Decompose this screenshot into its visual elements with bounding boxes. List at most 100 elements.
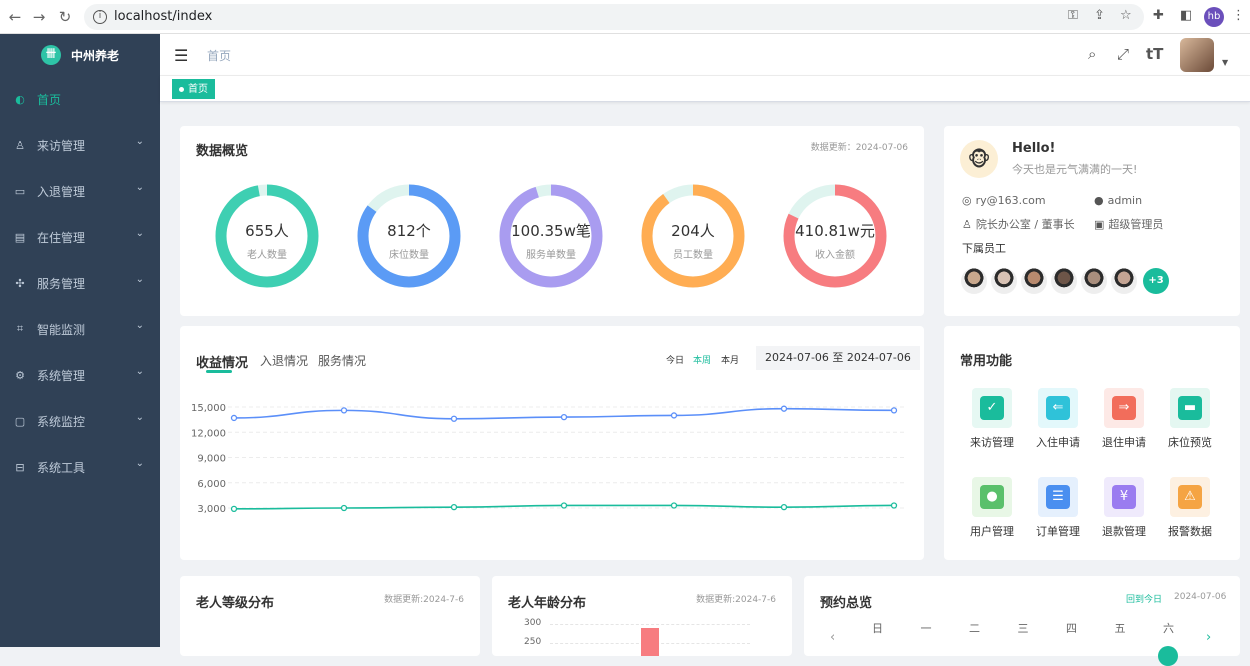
series-point-1 [890, 502, 898, 509]
sidebar-item-4[interactable]: ✣ 服务管理 ⌄ [0, 260, 160, 306]
function-5[interactable]: ☰ 订单管理 [1028, 477, 1088, 539]
url-text: localhost/index [114, 9, 213, 24]
series-point-0 [670, 412, 678, 419]
functions-card: 常用功能 ✓ 来访管理 ⇐ 入住申请 ⇒ 退住申请 ▬ 床位预览 ● 用户管理 ☰ 订单管理 ¥ 退款管理… [944, 326, 1240, 560]
top-navbar: ☰ 首页 ⌕ ⤢ tT ▼ [160, 34, 1250, 76]
share-icon[interactable]: ⇪ [1094, 8, 1105, 23]
subordinate-avatar[interactable] [1081, 268, 1107, 294]
function-7[interactable]: ⚠ 报警数据 [1160, 477, 1220, 539]
subordinate-avatar[interactable] [991, 268, 1017, 294]
sidebar-item-7[interactable]: ▢ 系统监控 ⌄ [0, 398, 160, 444]
tab-checkin[interactable]: 入退情况 [260, 352, 308, 369]
font-size-icon[interactable]: tT [1146, 45, 1163, 63]
period-week[interactable]: 本周 [693, 353, 711, 366]
ring-label: 老人数量 [247, 250, 287, 261]
back-icon[interactable]: ← [4, 6, 26, 28]
chevron-down-icon[interactable]: ▼ [1222, 58, 1228, 67]
tab-service[interactable]: 服务情况 [318, 352, 366, 369]
email-row: ◎ ry@163.com [962, 194, 1046, 207]
ring-value: 812个 [387, 222, 431, 240]
hamburger-icon[interactable]: ☰ [174, 46, 188, 65]
ring-value: 100.35w笔 [511, 222, 591, 240]
series-point-1 [560, 502, 568, 509]
series-point-0 [890, 407, 898, 414]
function-4[interactable]: ● 用户管理 [962, 477, 1022, 539]
age-ytick-250: 250 [524, 637, 542, 647]
function-icon: ⇐ [1046, 396, 1070, 420]
subordinate-avatar[interactable] [1051, 268, 1077, 294]
user-avatar[interactable] [1180, 38, 1214, 72]
resident-icon: ▤ [14, 230, 26, 244]
y-tick-label: 12,000 [191, 428, 226, 439]
tab-revenue[interactable]: 收益情况 [196, 352, 248, 371]
user-icon: ● [1094, 194, 1104, 207]
more-subordinates-badge[interactable]: +3 [1143, 268, 1169, 294]
subordinate-avatar[interactable] [1111, 268, 1137, 294]
series-point-1 [450, 504, 458, 511]
function-label: 入住申请 [1036, 436, 1080, 449]
function-6[interactable]: ¥ 退款管理 [1094, 477, 1154, 539]
key-icon[interactable]: ⚿ [1068, 8, 1078, 23]
stat-ring-0: 655人 老人数量 [215, 184, 319, 288]
weekday-label: 三 [1017, 622, 1029, 635]
series-point-1 [670, 502, 678, 509]
brand[interactable]: 卌 中州养老 [0, 34, 160, 76]
star-icon[interactable]: ☆ [1120, 8, 1132, 23]
address-bar[interactable]: i localhost/index [84, 4, 1144, 30]
sidebar-menu: ◐ 首页 ♙ 来访管理 ⌄ ▭ 入退管理 ⌄ ▤ 在住管理 ⌄ ✣ 服务管理 ⌄ ⌗ 智能监测 ⌄ ⚙ 系统管理 ⌄ ▢… [0, 76, 160, 490]
subordinate-avatar[interactable] [1021, 268, 1047, 294]
forward-icon[interactable]: → [28, 6, 50, 28]
profile-avatar[interactable]: hb [1204, 7, 1224, 27]
function-3[interactable]: ▬ 床位预览 [1160, 388, 1220, 450]
sidebar-item-3[interactable]: ▤ 在住管理 ⌄ [0, 214, 160, 260]
back-to-today-link[interactable]: 回到今日 [1126, 592, 1162, 605]
date-range-picker[interactable]: 2024-07-06 至 2024-07-06 [756, 346, 920, 370]
extensions-icon[interactable]: ✚ [1153, 8, 1164, 23]
overview-title: 数据概览 [196, 144, 249, 159]
function-0[interactable]: ✓ 来访管理 [962, 388, 1022, 450]
weekday-label: 六 [1163, 622, 1174, 635]
level-updated: 数据更新:2024-7-6 [384, 595, 464, 605]
service-icon: ✣ [15, 276, 25, 290]
function-2[interactable]: ⇒ 退住申请 [1094, 388, 1154, 450]
monitor-icon: ⌗ [16, 322, 24, 335]
more-icon[interactable]: ⋮ [1232, 8, 1245, 23]
breadcrumb[interactable]: 首页 [207, 47, 231, 64]
period-today[interactable]: 今日 [666, 353, 684, 366]
revenue-card: 收益情况 入退情况 服务情况 今日 本周 本月 2024-07-06 至 202… [180, 326, 924, 560]
dept-row: ♙ 院长办公室 / 董事长 [962, 218, 1075, 231]
sidebar-item-6[interactable]: ⚙ 系统管理 ⌄ [0, 352, 160, 398]
function-label: 来访管理 [970, 436, 1014, 449]
sidebar-item-8[interactable]: ⊟ 系统工具 ⌄ [0, 444, 160, 490]
chevron-down-icon: ⌄ [135, 458, 144, 469]
email-icon: ◎ [962, 194, 972, 207]
site-info-icon[interactable]: i [93, 10, 107, 24]
tags-view: 首页 [160, 76, 1250, 102]
today-marker[interactable] [1158, 646, 1178, 666]
sidebar-item-label: 来访管理 [37, 138, 86, 153]
chevron-down-icon: ⌄ [135, 182, 144, 193]
sidebar-item-0[interactable]: ◐ 首页 [0, 76, 160, 122]
sidebar-item-1[interactable]: ♙ 来访管理 ⌄ [0, 122, 160, 168]
prev-week-icon[interactable]: ‹ [830, 630, 835, 645]
function-icon: ¥ [1112, 485, 1136, 509]
chevron-down-icon: ⌄ [135, 274, 144, 285]
sidebar-item-label: 首页 [37, 92, 62, 107]
function-1[interactable]: ⇐ 入住申请 [1028, 388, 1088, 450]
next-week-icon[interactable]: › [1206, 630, 1211, 645]
ring-label: 收入金额 [815, 250, 855, 261]
role-icon: ▣ [1094, 218, 1105, 231]
sidebar-item-label: 在住管理 [37, 230, 86, 245]
search-icon[interactable]: ⌕ [1088, 45, 1096, 63]
reload-icon[interactable]: ↻ [54, 6, 76, 28]
subordinate-avatar[interactable] [961, 268, 987, 294]
org-icon: ♙ [962, 218, 972, 231]
period-month[interactable]: 本月 [721, 353, 739, 366]
visitor-icon: ♙ [15, 138, 25, 152]
sidebar-item-5[interactable]: ⌗ 智能监测 ⌄ [0, 306, 160, 352]
sidebar-item-2[interactable]: ▭ 入退管理 ⌄ [0, 168, 160, 214]
tag-home[interactable]: 首页 [172, 79, 215, 99]
fullscreen-icon[interactable]: ⤢ [1117, 45, 1129, 63]
sidebar-item-label: 入退管理 [37, 184, 86, 199]
sidepanel-icon[interactable]: ◧ [1180, 8, 1192, 23]
